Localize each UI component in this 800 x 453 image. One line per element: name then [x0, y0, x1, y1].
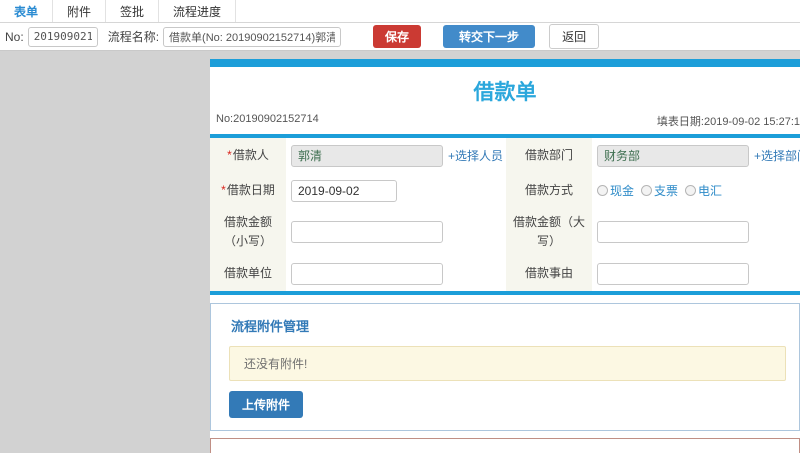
required-asterisk: *	[221, 182, 226, 197]
tab-approval[interactable]: 签批	[106, 0, 160, 22]
cash-radio[interactable]	[597, 185, 608, 196]
amount-uppercase-label: 借款金额（大写）	[506, 208, 592, 256]
borrower-input[interactable]	[291, 144, 443, 167]
loan-reason-input[interactable]	[597, 262, 749, 285]
back-button[interactable]: 返回	[549, 24, 600, 49]
upload-attachment-button[interactable]: 上传附件	[229, 391, 304, 418]
tab-form[interactable]: 表单	[0, 0, 54, 22]
form-panel: 借款单 No:20190902152714 填表日期:2019-09-02 15…	[210, 59, 800, 453]
department-input[interactable]	[597, 144, 749, 167]
department-label: 借款部门	[506, 138, 592, 173]
divider-bar-bottom	[210, 291, 800, 295]
cheque-radio[interactable]	[641, 185, 653, 196]
loan-form-fields: *借款人 +选择人员 借款部门 +选择部门 *借款日期 借款	[210, 138, 800, 291]
app-window: 表单 附件 签批 流程进度 No: 流程名称: 保存 转交下一步 返回 借款单 …	[0, 0, 800, 453]
process-name-input[interactable]	[163, 26, 342, 47]
loan-date-input[interactable]	[291, 179, 397, 202]
loan-method-label: 借款方式	[506, 173, 592, 208]
form-info-row: No:20190902152714 填表日期:2019-09-02 15:27:…	[210, 113, 800, 134]
wire-transfer-radio[interactable]	[685, 185, 697, 196]
content-area: 借款单 No:20190902152714 填表日期:2019-09-02 15…	[0, 51, 800, 453]
approval-comments-section: 流程签批意见 B I abc ✗ ∞ ∞ ⚑ 1≡ •≡	[210, 438, 800, 453]
cheque-radio-label[interactable]: 支票	[654, 182, 678, 199]
loan-date-label: *借款日期	[210, 173, 286, 208]
attachments-section: 流程附件管理 还没有附件! 上传附件	[210, 303, 800, 431]
loan-unit-input[interactable]	[291, 262, 443, 285]
tab-bar: 表单 附件 签批 流程进度	[0, 0, 800, 23]
borrower-label: *借款人	[210, 138, 286, 173]
save-button[interactable]: 保存	[373, 25, 422, 48]
amount-lowercase-input[interactable]	[291, 221, 443, 243]
action-toolbar: No: 流程名称: 保存 转交下一步 返回	[0, 23, 800, 51]
required-asterisk: *	[227, 147, 232, 162]
amount-uppercase-input[interactable]	[597, 221, 749, 243]
no-input[interactable]	[27, 26, 98, 47]
top-accent-bar	[210, 59, 800, 67]
page-title: 借款单	[473, 81, 537, 104]
tab-attachments[interactable]: 附件	[53, 0, 107, 22]
attachments-section-title: 流程附件管理	[231, 319, 310, 334]
form-number: No:20190902152714	[216, 113, 319, 125]
select-department-link[interactable]: +选择部门	[754, 147, 800, 164]
loan-unit-label: 借款单位	[210, 256, 286, 291]
cash-radio-label[interactable]: 现金	[610, 182, 634, 199]
no-label: No:	[5, 29, 24, 44]
tab-process-progress[interactable]: 流程进度	[159, 0, 237, 22]
loan-reason-label: 借款事由	[506, 256, 592, 291]
form-fill-date: 填表日期:2019-09-02 15:27:1	[656, 116, 800, 128]
next-step-button[interactable]: 转交下一步	[443, 25, 536, 48]
loan-method-radios: 现金 支票 电汇	[597, 182, 729, 199]
amount-lowercase-label: 借款金额（小写）	[210, 208, 286, 256]
process-name-label: 流程名称:	[107, 30, 160, 44]
no-attachments-alert: 还没有附件!	[229, 346, 786, 381]
select-person-link[interactable]: +选择人员	[448, 147, 503, 164]
wire-transfer-radio-label[interactable]: 电汇	[698, 182, 722, 199]
